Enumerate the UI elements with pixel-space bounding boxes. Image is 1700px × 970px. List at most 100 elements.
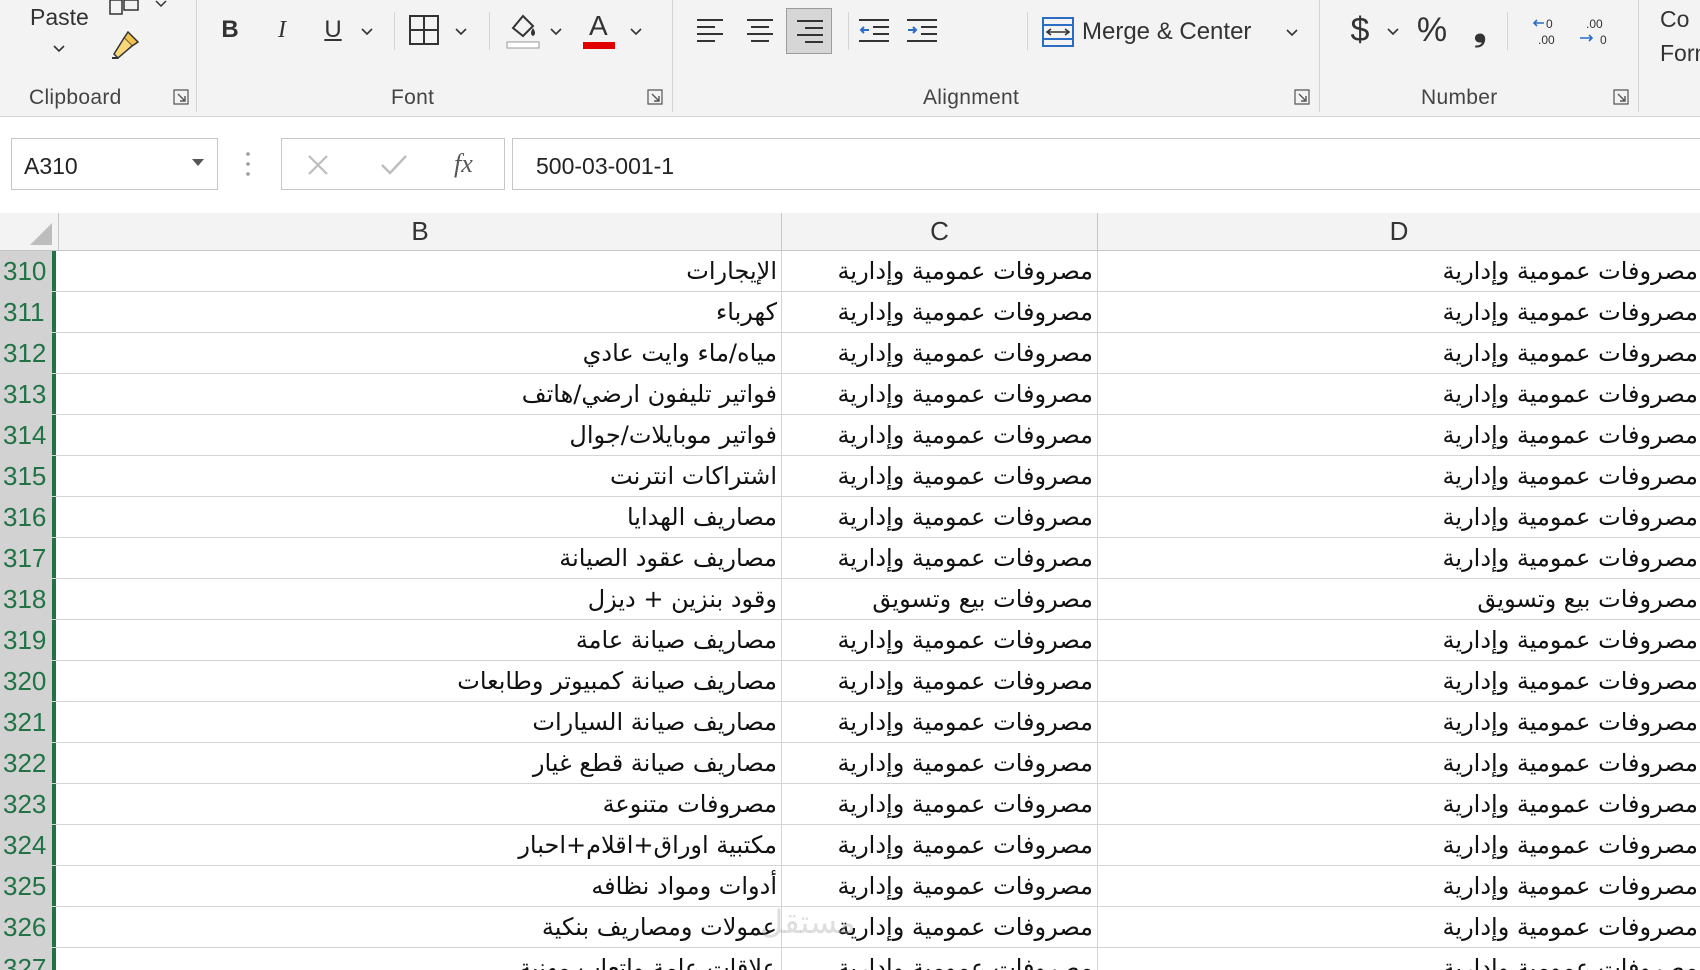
- row-header[interactable]: 318: [0, 579, 56, 619]
- cell-b[interactable]: مصاريف صيانة عامة: [60, 620, 782, 660]
- percent-format-button[interactable]: %: [1412, 8, 1452, 52]
- cell-c[interactable]: مصروفات عمومية وإدارية: [782, 948, 1098, 970]
- bold-button[interactable]: B: [212, 10, 248, 50]
- increase-indent-icon[interactable]: [905, 16, 939, 44]
- cell-d[interactable]: مصروفات عمومية وإدارية: [1098, 538, 1700, 578]
- row-header[interactable]: 323: [0, 784, 56, 824]
- cell-d[interactable]: مصروفات عمومية وإدارية: [1098, 948, 1700, 970]
- borders-icon[interactable]: [408, 14, 440, 46]
- cell-b[interactable]: الإيجارات: [60, 251, 782, 291]
- cell-c[interactable]: مصروفات عمومية وإدارية: [782, 456, 1098, 496]
- row-header[interactable]: 322: [0, 743, 56, 783]
- row-header[interactable]: 326: [0, 907, 56, 947]
- cell-d[interactable]: مصروفات عمومية وإدارية: [1098, 620, 1700, 660]
- cell-b[interactable]: فواتير تليفون ارضي/هاتف: [60, 374, 782, 414]
- insert-function-icon[interactable]: fx: [454, 149, 473, 179]
- conditional-formatting-button[interactable]: Co Form: [1658, 4, 1700, 74]
- cell-d[interactable]: مصروفات عمومية وإدارية: [1098, 907, 1700, 947]
- cell-d[interactable]: مصروفات عمومية وإدارية: [1098, 333, 1700, 373]
- column-header-c[interactable]: C: [782, 213, 1098, 250]
- cell-d[interactable]: مصروفات عمومية وإدارية: [1098, 866, 1700, 906]
- chevron-down-icon[interactable]: [629, 25, 643, 39]
- cell-c[interactable]: مصروفات عمومية وإدارية: [782, 251, 1098, 291]
- italic-button[interactable]: I: [264, 10, 300, 50]
- name-box[interactable]: A310: [11, 138, 218, 190]
- cell-b[interactable]: مصاريف صيانة السيارات: [60, 702, 782, 742]
- align-center-icon[interactable]: [745, 16, 775, 44]
- cell-b[interactable]: أدوات ومواد نظافه: [60, 866, 782, 906]
- cell-d[interactable]: مصروفات عمومية وإدارية: [1098, 251, 1700, 291]
- cell-b[interactable]: فواتير موبايلات/جوال: [60, 415, 782, 455]
- cell-b[interactable]: مكتبية اوراق+اقلام+احبار: [60, 825, 782, 865]
- row-header[interactable]: 319: [0, 620, 56, 660]
- cell-b[interactable]: وقود بنزين + ديزل: [60, 579, 782, 619]
- cell-c[interactable]: مصروفات عمومية وإدارية: [782, 866, 1098, 906]
- row-header[interactable]: 313: [0, 374, 56, 414]
- cell-b[interactable]: مصروفات متنوعة: [60, 784, 782, 824]
- chevron-down-icon[interactable]: [155, 0, 167, 8]
- font-color-button[interactable]: A: [581, 8, 617, 50]
- comma-style-button[interactable]: ❟: [1468, 8, 1492, 52]
- cell-c[interactable]: مصروفات عمومية وإدارية: [782, 620, 1098, 660]
- formula-input[interactable]: 500-03-001-1: [512, 138, 1700, 190]
- align-right-button[interactable]: [786, 8, 832, 54]
- dialog-launcher-icon[interactable]: [1293, 88, 1311, 106]
- cell-c[interactable]: مصروفات عمومية وإدارية: [782, 538, 1098, 578]
- cell-d[interactable]: مصروفات عمومية وإدارية: [1098, 292, 1700, 332]
- select-all-button[interactable]: [0, 213, 59, 250]
- enter-check-icon[interactable]: [380, 153, 408, 177]
- row-header[interactable]: 327: [0, 948, 56, 970]
- cell-d[interactable]: مصروفات عمومية وإدارية: [1098, 661, 1700, 701]
- row-header[interactable]: 320: [0, 661, 56, 701]
- cell-b[interactable]: مياه/ماء وايت عادي: [60, 333, 782, 373]
- cell-d[interactable]: مصروفات عمومية وإدارية: [1098, 784, 1700, 824]
- cell-c[interactable]: مصروفات عمومية وإدارية: [782, 497, 1098, 537]
- cell-c[interactable]: مصروفات بيع وتسويق: [782, 579, 1098, 619]
- cell-d[interactable]: مصروفات عمومية وإدارية: [1098, 743, 1700, 783]
- chevron-down-icon[interactable]: [360, 25, 374, 39]
- fill-color-icon[interactable]: [505, 10, 541, 50]
- chevron-down-icon[interactable]: [549, 25, 563, 39]
- row-header[interactable]: 324: [0, 825, 56, 865]
- row-header[interactable]: 325: [0, 866, 56, 906]
- dialog-launcher-icon[interactable]: [172, 88, 190, 106]
- cell-d[interactable]: مصروفات عمومية وإدارية: [1098, 825, 1700, 865]
- row-header[interactable]: 321: [0, 702, 56, 742]
- cell-d[interactable]: مصروفات عمومية وإدارية: [1098, 497, 1700, 537]
- cell-c[interactable]: مصروفات عمومية وإدارية: [782, 702, 1098, 742]
- row-header[interactable]: 317: [0, 538, 56, 578]
- row-header[interactable]: 314: [0, 415, 56, 455]
- cell-b[interactable]: اشتراكات انترنت: [60, 456, 782, 496]
- row-header[interactable]: 315: [0, 456, 56, 496]
- cell-c[interactable]: مصروفات عمومية وإدارية: [782, 784, 1098, 824]
- dropdown-arrow-icon[interactable]: [190, 157, 206, 169]
- cell-c[interactable]: مصروفات عمومية وإدارية: [782, 743, 1098, 783]
- cell-d[interactable]: مصروفات بيع وتسويق: [1098, 579, 1700, 619]
- cell-b[interactable]: مصاريف صيانة قطع غيار: [60, 743, 782, 783]
- row-header[interactable]: 310: [0, 251, 56, 291]
- align-left-icon[interactable]: [695, 16, 725, 44]
- cell-d[interactable]: مصروفات عمومية وإدارية: [1098, 456, 1700, 496]
- cell-b[interactable]: علاقات عامة واتعاب مهنية: [60, 948, 782, 970]
- cell-b[interactable]: مصاريف صيانة كمبيوتر وطابعات: [60, 661, 782, 701]
- row-header[interactable]: 311: [0, 292, 56, 332]
- paste-button[interactable]: Paste: [20, 0, 98, 70]
- cell-c[interactable]: مصروفات عمومية وإدارية: [782, 661, 1098, 701]
- cell-c[interactable]: مصروفات عمومية وإدارية: [782, 292, 1098, 332]
- merge-center-button[interactable]: Merge & Center: [1041, 10, 1303, 54]
- cell-c[interactable]: مصروفات عمومية وإدارية: [782, 333, 1098, 373]
- dialog-launcher-icon[interactable]: [1612, 88, 1630, 106]
- cancel-icon[interactable]: [306, 153, 330, 177]
- chevron-down-icon[interactable]: [1386, 25, 1400, 39]
- column-header-b[interactable]: B: [59, 213, 782, 250]
- column-header-d[interactable]: D: [1098, 213, 1700, 250]
- currency-format-button[interactable]: $: [1345, 8, 1375, 52]
- cell-d[interactable]: مصروفات عمومية وإدارية: [1098, 702, 1700, 742]
- formula-bar-resize-handle[interactable]: [245, 150, 251, 178]
- cell-c[interactable]: مصروفات عمومية وإدارية: [782, 374, 1098, 414]
- cell-b[interactable]: عمولات ومصاريف بنكية: [60, 907, 782, 947]
- row-header[interactable]: 316: [0, 497, 56, 537]
- dialog-launcher-icon[interactable]: [646, 88, 664, 106]
- cell-b[interactable]: كهرباء: [60, 292, 782, 332]
- cell-b[interactable]: مصاريف الهدايا: [60, 497, 782, 537]
